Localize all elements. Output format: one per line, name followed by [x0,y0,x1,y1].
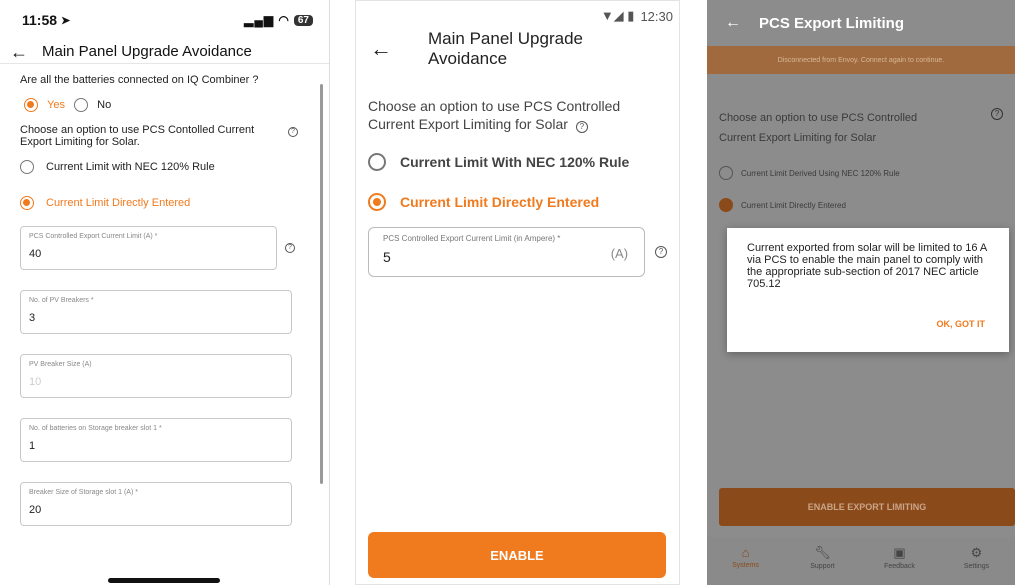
no-radio[interactable] [74,98,89,112]
option-direct-radio[interactable] [20,196,34,210]
nav-feedback[interactable]: ▣ Feedback [861,537,938,585]
screen-ios-main-panel: 11:58 ➤ ▂▄▆ ◠ 67 ← Main Panel Upgrade Av… [0,0,330,585]
help-icon[interactable]: ? [655,246,667,258]
option-direct-label: Current Limit Directly Entered [400,194,600,210]
field-label: No. of PV Breakers * [29,297,94,304]
home-indicator[interactable] [108,578,220,583]
option-nec-row[interactable]: Current Limit With NEC 120% Rule [368,149,667,175]
app-bar: ← Main Panel Upgrade Avoidance [356,29,679,68]
help-icon[interactable]: ? [575,121,588,133]
page-title: PCS Export Limiting [759,14,905,32]
nav-systems[interactable]: ⌂ Systems [707,537,784,585]
battery-question: Are all the batteries connected on IQ Co… [20,74,259,86]
info-dialog: Current exported from solar will be limi… [727,228,1009,352]
back-arrow-icon[interactable]: ← [725,15,741,31]
battery-icon: 67 [293,14,313,26]
bottom-nav: ⌂ Systems 🔧︎ Support ▣ Feedback ⚙ Settin… [707,537,1015,585]
location-icon: ➤ [61,14,71,27]
option-direct-label: Current Limit Directly Entered [741,200,846,210]
dialog-message: Current exported from solar will be limi… [747,242,987,290]
option-nec-label: Current Limit With NEC 120% Rule [400,154,630,170]
home-icon: ⌂ [741,545,750,560]
gear-icon: ⚙ [970,545,983,560]
pv-breakers-field[interactable]: No. of PV Breakers * 3 [20,290,292,334]
wifi-signal-icon: ▼◢ ▮ [600,8,635,23]
option-nec-label: Current Limit with NEC 120% Rule [46,161,215,173]
option-nec-radio[interactable] [368,153,386,171]
no-label: No [97,98,112,111]
status-bar: ▼◢ ▮ 12:30 [356,1,679,31]
storage-breaker-size-field[interactable]: Breaker Size of Storage slot 1 (A) * 20 [20,482,292,526]
field-label: No. of batteries on Storage breaker slot… [29,425,162,432]
help-icon[interactable]: ? [991,108,1003,120]
option-direct-row[interactable]: Current Limit Directly Entered [719,198,1003,212]
screen-pcs-export-limiting: ← PCS Export Limiting Disconnected from … [707,0,1015,585]
option-nec-label: Current Limit Derived Using NEC 120% Rul… [741,168,900,178]
field-value: 40 [29,248,42,260]
nav-settings[interactable]: ⚙ Settings [938,537,1015,585]
pv-breaker-size-field[interactable]: PV Breaker Size (A) 10 [20,354,292,398]
field-value: 20 [29,504,42,516]
page-title: Main Panel Upgrade Avoidance [428,29,583,68]
help-icon[interactable]: ? [285,243,295,253]
option-direct-row[interactable]: Current Limit Directly Entered [368,189,667,215]
nav-label: Systems [732,562,759,569]
field-label: Breaker Size of Storage slot 1 (A) * [29,489,138,496]
option-nec-row[interactable]: Current Limit Derived Using NEC 120% Rul… [719,166,1003,180]
enable-button[interactable]: ENABLE [368,532,666,578]
scrollbar[interactable] [320,84,323,484]
storage-batteries-field[interactable]: No. of batteries on Storage breaker slot… [20,418,292,462]
page-title: Main Panel Upgrade Avoidance [42,43,252,60]
field-label: PCS Controlled Export Current Limit (A) … [29,233,158,240]
app-bar: ← PCS Export Limiting [707,0,1015,46]
field-label: PCS Controlled Export Current Limit (in … [383,234,561,243]
export-limit-field[interactable]: PCS Controlled Export Current Limit (in … [368,227,646,277]
yes-label: Yes [47,98,66,111]
nav-label: Feedback [884,563,915,570]
status-time: 11:58 [22,12,58,28]
app-bar: ← Main Panel Upgrade Avoidance [0,40,329,64]
choose-option-text: Choose an option to use PCS Controlled C… [719,112,918,144]
help-icon[interactable]: ? [288,127,298,137]
option-direct-radio[interactable] [368,193,386,211]
field-value: 1 [29,440,36,452]
signal-wifi-icon: ▂▄▆ ◠ [244,13,290,27]
feedback-icon: ▣ [893,545,906,560]
nav-support[interactable]: 🔧︎ Support [784,537,861,585]
choose-option-text: Choose an option to use PCS Contolled Cu… [20,124,255,148]
back-arrow-icon[interactable]: ← [10,43,28,61]
back-arrow-icon[interactable]: ← [370,38,392,60]
nav-label: Support [810,563,835,570]
enable-export-limiting-button[interactable]: ENABLE EXPORT LIMITING [719,488,1015,526]
yes-radio[interactable] [24,98,38,112]
option-direct-label: Current Limit Directly Entered [46,197,191,209]
status-bar: 11:58 ➤ ▂▄▆ ◠ 67 [0,0,329,40]
disconnected-banner: Disconnected from Envoy. Connect again t… [707,46,1015,74]
field-value: 10 [29,376,42,388]
option-nec-radio[interactable] [20,160,34,174]
field-value: 5 [383,249,391,265]
status-time: 12:30 [640,8,673,24]
wrench-icon: 🔧︎ [814,545,831,560]
option-direct-radio[interactable] [719,198,733,212]
field-value: 3 [29,312,36,324]
screen-android-main-panel: ▼◢ ▮ 12:30 ← Main Panel Upgrade Avoidanc… [355,0,680,585]
ok-got-it-button[interactable]: OK, GOT IT [937,318,986,330]
option-nec-radio[interactable] [719,166,733,180]
export-limit-field[interactable]: PCS Controlled Export Current Limit (A) … [20,226,277,270]
nav-label: Settings [963,563,990,570]
unit-label: (A) [610,246,629,261]
field-label: PV Breaker Size (A) [29,361,92,368]
